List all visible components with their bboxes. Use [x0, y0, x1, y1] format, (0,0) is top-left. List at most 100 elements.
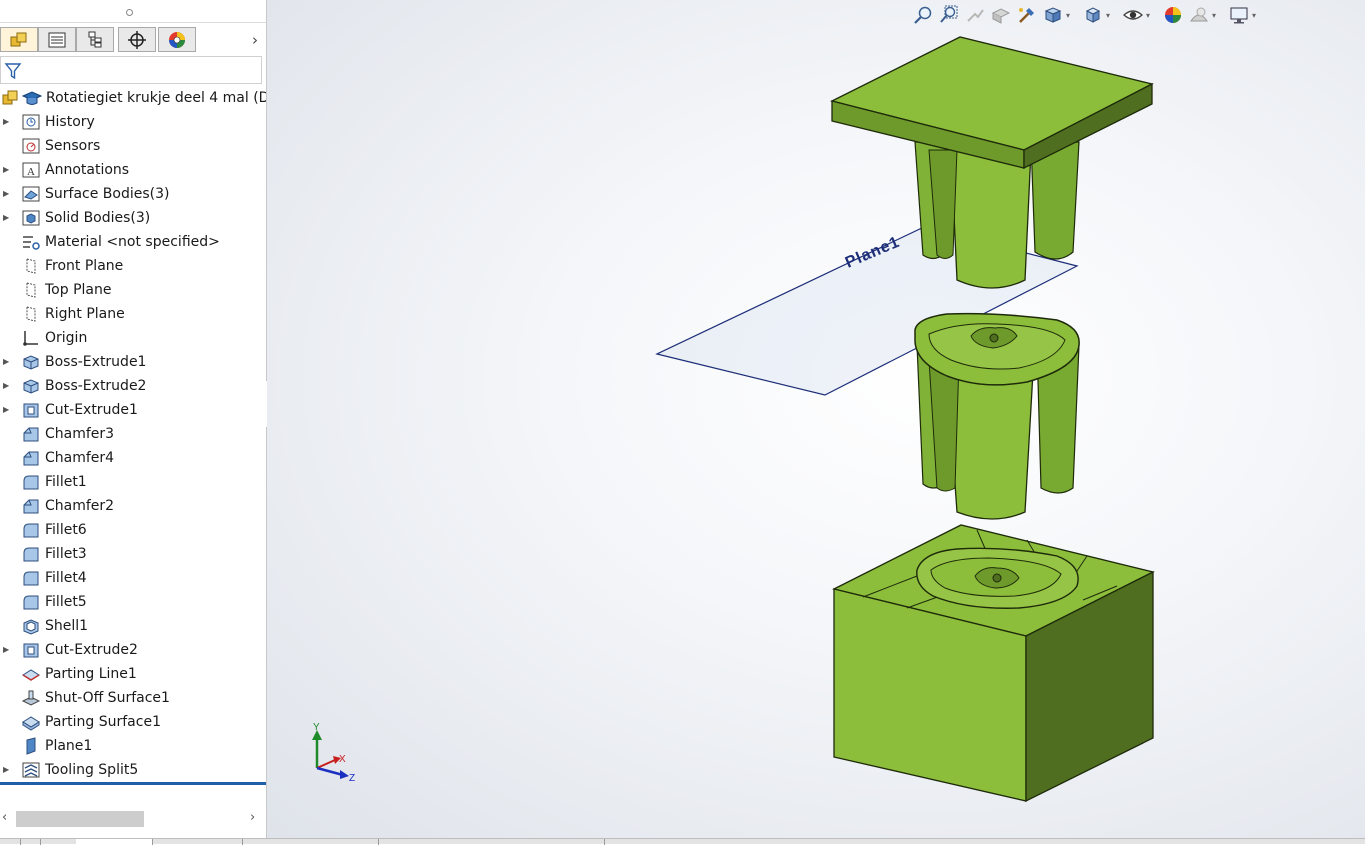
- triad-z-label: Z: [349, 773, 355, 784]
- tree-item-label: Sensors: [45, 138, 101, 154]
- tree-item-chamfer4[interactable]: Chamfer4: [0, 446, 266, 470]
- scrollbar-thumb[interactable]: [16, 811, 144, 827]
- configurationmanager-tab[interactable]: [76, 27, 114, 52]
- plane1-icon: [26, 737, 36, 755]
- tree-item-cut-extrude2[interactable]: ▶ Cut-Extrude2: [0, 638, 266, 662]
- graphics-viewport[interactable]: ▾ ▾ ▾ ▾ ▾ Plane1 Y X Z: [267, 0, 1365, 838]
- tree-item-plane1[interactable]: Plane1: [0, 734, 266, 758]
- tree-item-label: Shut-Off Surface1: [45, 690, 170, 706]
- feature-manager-panel: › Rotatiegiet krukje deel 4 mal (De ▶ His…: [0, 0, 267, 838]
- tree-item-top-plane[interactable]: Top Plane: [0, 278, 266, 302]
- expand-arrow-icon[interactable]: ▶: [3, 158, 13, 182]
- plane-icon: [26, 258, 36, 274]
- tree-item-cut-extrude1[interactable]: ▶ Cut-Extrude1: [0, 398, 266, 422]
- tree-item-label: Boss-Extrude2: [45, 378, 147, 394]
- tree-item-label: Origin: [45, 330, 88, 346]
- tree-root-label: Rotatiegiet krukje deel 4 mal (De: [46, 90, 267, 106]
- horizontal-scrollbar[interactable]: ‹ ›: [0, 808, 266, 830]
- coordinate-triad: Y X Z: [312, 722, 355, 784]
- tree-item-label: Material <not specified>: [45, 234, 220, 250]
- featuremanager-tab[interactable]: [0, 27, 38, 52]
- expand-arrow-icon[interactable]: ▶: [3, 206, 13, 230]
- tree-item-boss-extrude1[interactable]: ▶ Boss-Extrude1: [0, 350, 266, 374]
- cut-extrude-icon: [23, 403, 39, 418]
- model-graphics: Plane1: [655, 36, 1155, 803]
- tree-item-fillet6[interactable]: Fillet6: [0, 518, 266, 542]
- tree-item-label: Surface Bodies(3): [45, 186, 170, 202]
- middle-part-body[interactable]: [914, 312, 1080, 520]
- tree-item-surface-bodies-3[interactable]: ▶ Surface Bodies(3): [0, 182, 266, 206]
- tree-item-material-not-specified[interactable]: Material <not specified>: [0, 230, 266, 254]
- triad-x-label: X: [339, 754, 346, 765]
- tree-item-chamfer2[interactable]: Chamfer2: [0, 494, 266, 518]
- panel-grip[interactable]: [0, 0, 266, 23]
- svg-text:A: A: [27, 166, 35, 178]
- tree-item-parting-surface1[interactable]: Parting Surface1: [0, 710, 266, 734]
- scroll-right-icon[interactable]: ›: [250, 810, 255, 825]
- tree-item-right-plane[interactable]: Right Plane: [0, 302, 266, 326]
- tree-root-part[interactable]: Rotatiegiet krukje deel 4 mal (De: [0, 86, 266, 110]
- expand-arrow-icon[interactable]: ▶: [3, 110, 13, 134]
- tree-item-label: Top Plane: [45, 282, 112, 298]
- shell-icon: [23, 619, 39, 635]
- tree-item-history[interactable]: ▶ History: [0, 110, 266, 134]
- expand-arrow-icon[interactable]: ▶: [3, 398, 13, 422]
- tree-item-parting-line1[interactable]: Parting Line1: [0, 662, 266, 686]
- propertymanager-tab[interactable]: [38, 27, 76, 52]
- plane-icon: [26, 306, 36, 322]
- dimxpert-icon: [128, 30, 146, 49]
- tree-item-fillet1[interactable]: Fillet1: [0, 470, 266, 494]
- tree-item-shut-off-surface1[interactable]: Shut-Off Surface1: [0, 686, 266, 710]
- rollback-bar[interactable]: [0, 782, 266, 785]
- scroll-left-icon[interactable]: ‹: [2, 810, 7, 825]
- tree-item-label: Fillet5: [45, 594, 87, 610]
- material-icon: [23, 236, 40, 250]
- tree-item-fillet3[interactable]: Fillet3: [0, 542, 266, 566]
- tree-item-label: Parting Surface1: [45, 714, 161, 730]
- tree-item-shell1[interactable]: Shell1: [0, 614, 266, 638]
- cut-extrude-icon: [23, 643, 39, 658]
- tree-item-label: Plane1: [45, 738, 93, 754]
- display-manager-tab[interactable]: [158, 27, 196, 52]
- tree-item-boss-extrude2[interactable]: ▶ Boss-Extrude2: [0, 374, 266, 398]
- expand-arrow-icon[interactable]: ▶: [3, 182, 13, 206]
- tree-item-label: Chamfer4: [45, 450, 115, 466]
- tree-item-tooling-split5[interactable]: ▶ Tooling Split5: [0, 758, 266, 782]
- tree-item-label: Boss-Extrude1: [45, 354, 147, 370]
- tree-item-label: Cut-Extrude2: [45, 642, 138, 658]
- cavity-block-body[interactable]: [832, 524, 1155, 803]
- history-icon: [22, 114, 40, 130]
- bottom-tab-strip: [0, 838, 1365, 845]
- expand-arrow-icon[interactable]: ▶: [3, 638, 13, 662]
- tree-filter[interactable]: [0, 56, 262, 84]
- expand-arrow-icon[interactable]: ▶: [3, 374, 13, 398]
- tree-item-label: Parting Line1: [45, 666, 137, 682]
- tree-item-annotations[interactable]: ▶ A Annotations: [0, 158, 266, 182]
- origin-icon: [23, 331, 38, 346]
- tree-item-fillet4[interactable]: Fillet4: [0, 566, 266, 590]
- tree-item-origin[interactable]: Origin: [0, 326, 266, 350]
- fillet-icon: [23, 571, 39, 586]
- tree-item-label: Chamfer2: [45, 498, 115, 514]
- tree-item-solid-bodies-3[interactable]: ▶ Solid Bodies(3): [0, 206, 266, 230]
- tree-item-front-plane[interactable]: Front Plane: [0, 254, 266, 278]
- expand-arrow-icon[interactable]: ▶: [3, 758, 13, 782]
- tree-item-fillet5[interactable]: Fillet5: [0, 590, 266, 614]
- filter-icon: [4, 63, 22, 80]
- tree-item-chamfer3[interactable]: Chamfer3: [0, 422, 266, 446]
- surface-bodies-icon: [22, 186, 40, 202]
- fillet-icon: [23, 523, 39, 538]
- tree-item-label: Annotations: [45, 162, 130, 178]
- chamfer-icon: [23, 451, 39, 466]
- tab-scroll-right-icon[interactable]: ›: [247, 30, 263, 50]
- sensors-icon: [22, 138, 40, 154]
- tree-item-label: Fillet1: [45, 474, 87, 490]
- property-manager-icon: [48, 32, 66, 47]
- expand-arrow-icon[interactable]: ▶: [3, 350, 13, 374]
- tree-item-sensors[interactable]: Sensors: [0, 134, 266, 158]
- boss-extrude-icon: [23, 355, 39, 370]
- tree-item-label: Right Plane: [45, 306, 125, 322]
- tree-item-label: Shell1: [45, 618, 89, 634]
- dimxpert-tab[interactable]: [118, 27, 156, 52]
- fillet-icon: [23, 547, 39, 562]
